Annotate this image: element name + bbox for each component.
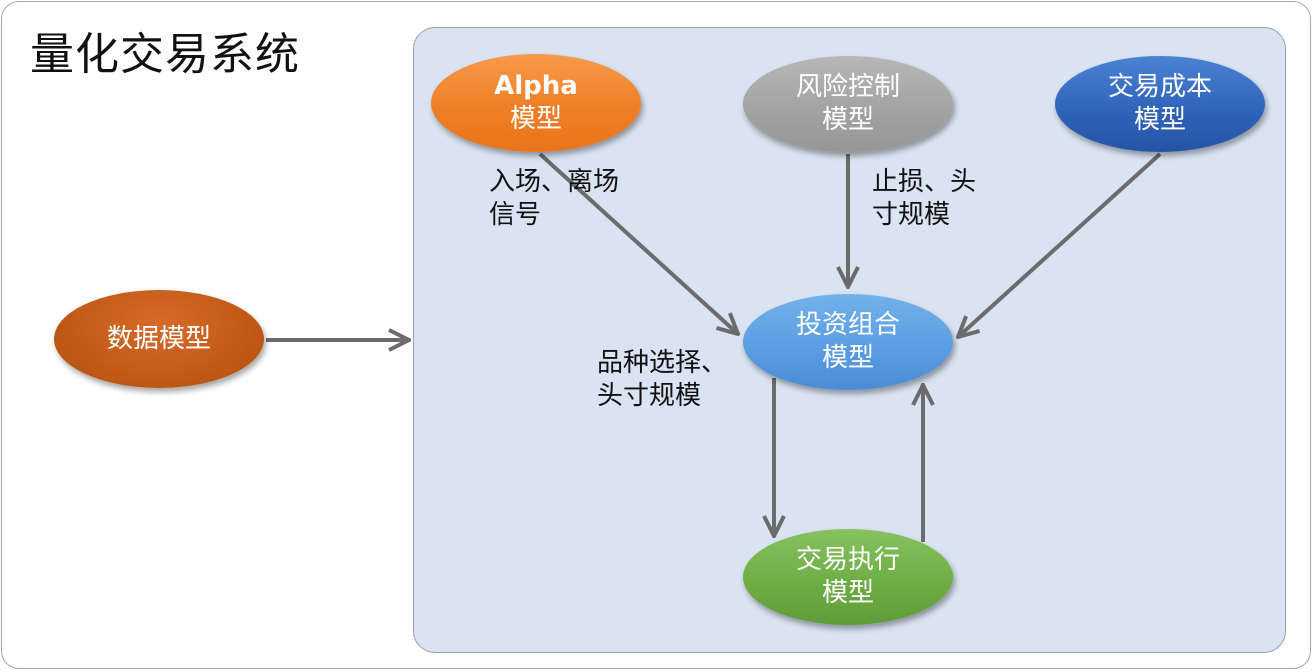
label-stoploss-line2: 寸规模 — [872, 200, 951, 230]
node-execution-line1: 交易执行 — [795, 545, 900, 575]
node-alpha-line1: Alpha — [494, 71, 578, 101]
node-data-line1: 数据模型 — [106, 323, 211, 354]
label-entry-exit-line1: 入场、离场 — [489, 167, 620, 197]
label-selection-line1: 品种选择、 — [597, 348, 728, 378]
node-data-model: 数据模型 — [54, 290, 264, 388]
node-execution-line2: 模型 — [821, 578, 874, 608]
node-risk-line2: 模型 — [821, 105, 874, 135]
node-cost-model: 交易成本 模型 — [1055, 56, 1265, 152]
node-risk-line1: 风险控制 — [795, 72, 900, 102]
label-selection-line2: 头寸规模 — [597, 381, 702, 411]
node-alpha-model: Alpha 模型 — [431, 54, 641, 152]
node-cost-line1: 交易成本 — [1107, 72, 1212, 102]
node-portfolio-model: 投资组合 模型 — [743, 294, 953, 390]
node-alpha-line2: 模型 — [509, 104, 562, 134]
node-portfolio-line1: 投资组合 — [795, 310, 900, 340]
arrow-cost-to-portfolio — [958, 152, 1162, 337]
node-execution-model: 交易执行 模型 — [743, 529, 953, 625]
label-entry-exit-line2: 信号 — [489, 200, 542, 230]
label-selection: 品种选择、 头寸规模 — [597, 347, 727, 413]
label-stoploss-line1: 止损、头 — [872, 167, 977, 197]
node-cost-line2: 模型 — [1133, 105, 1186, 135]
label-stoploss: 止损、头 寸规模 — [872, 166, 976, 232]
node-risk-model: 风险控制 模型 — [743, 56, 953, 152]
label-entry-exit: 入场、离场 信号 — [489, 166, 619, 232]
node-portfolio-line2: 模型 — [821, 343, 874, 373]
